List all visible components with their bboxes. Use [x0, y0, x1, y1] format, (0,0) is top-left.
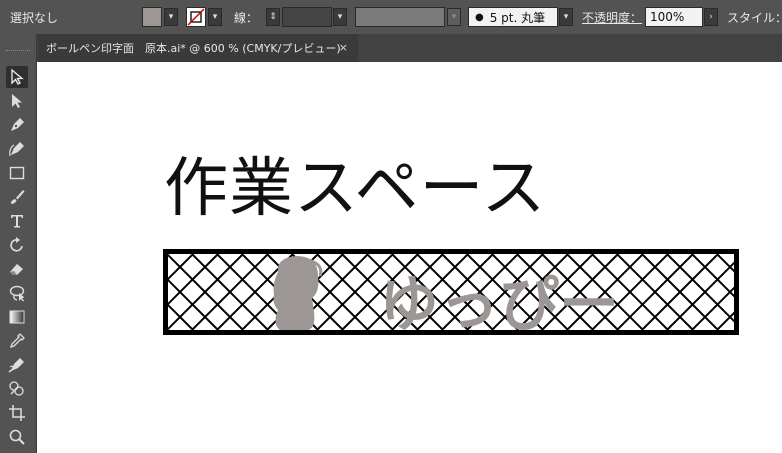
curvature-tool-icon[interactable]	[6, 138, 28, 160]
hatch-line	[168, 254, 219, 306]
rectangle-tool-icon[interactable]	[6, 162, 28, 184]
blend-tool-icon[interactable]	[6, 354, 28, 376]
gradient-tool-icon[interactable]	[6, 306, 28, 328]
hatch-line	[168, 278, 219, 330]
brush-definition[interactable]: ● 5 pt. 丸筆	[468, 7, 558, 27]
opacity-expand-icon[interactable]: ›	[704, 8, 718, 26]
toolbox-grip[interactable]	[6, 50, 30, 54]
brush-label: 5 pt. 丸筆	[489, 10, 546, 25]
selection-tool-icon[interactable]	[6, 66, 28, 88]
character-illustration[interactable]	[268, 254, 328, 330]
eraser-tool-icon[interactable]	[6, 258, 28, 280]
artboard-tool-icon[interactable]	[6, 402, 28, 424]
opacity-input[interactable]: 100%	[645, 7, 703, 27]
fill-swatch[interactable]	[142, 7, 162, 27]
style-label[interactable]: スタイル：	[727, 9, 782, 26]
artwork-heading-text[interactable]: 作業スペース	[164, 157, 546, 221]
rotate-tool-icon[interactable]	[6, 234, 28, 256]
selection-status: 選択なし	[10, 11, 59, 25]
stroke-label: 線：	[234, 11, 259, 25]
brush-dropdown-icon[interactable]: ▾	[559, 8, 573, 26]
tools-panel	[0, 34, 37, 453]
profile-dropdown-icon[interactable]: ▾	[447, 8, 461, 26]
stroke-swatch[interactable]	[186, 7, 206, 27]
fill-dropdown-icon[interactable]: ▾	[164, 8, 178, 26]
direct-selection-tool-icon[interactable]	[6, 90, 28, 112]
zoom-tool-icon[interactable]	[6, 426, 28, 448]
lasso-tool-icon[interactable]	[6, 282, 28, 304]
pen-tool-icon[interactable]	[6, 114, 28, 136]
stamp-text[interactable]: ゆっぴー	[379, 275, 619, 335]
document-tab-bar: ▸▸ ボールペン印字面 原本.ai* @ 600 % (CMYK/プレビュー) …	[0, 34, 782, 62]
stroke-dropdown-icon[interactable]: ▾	[208, 8, 222, 26]
opacity-label[interactable]: 不透明度：	[582, 9, 642, 26]
variable-width-profile[interactable]	[355, 7, 445, 27]
shape-builder-tool-icon[interactable]	[6, 378, 28, 400]
stroke-weight-input[interactable]	[282, 7, 332, 27]
stroke-weight-stepper[interactable]: ⇕	[266, 8, 280, 26]
document-tab[interactable]: ボールペン印字面 原本.ai* @ 600 % (CMYK/プレビュー) ×	[38, 34, 358, 62]
none-stroke-icon	[187, 8, 205, 26]
close-tab-icon[interactable]: ×	[339, 41, 348, 54]
control-bar: 選択なし ▾ ▾ 線： ⇕ ▾ ▾ ● 5 pt. 丸筆 ▾ 不透明度： 100…	[0, 0, 782, 35]
brush-dot-icon: ●	[475, 11, 484, 23]
artboard-canvas[interactable]: 作業スペース ゆっぴー	[37, 62, 782, 453]
eyedropper-tool-icon[interactable]	[6, 330, 28, 352]
stroke-weight-dropdown-icon[interactable]: ▾	[333, 8, 347, 26]
paintbrush-tool-icon[interactable]	[6, 186, 28, 208]
type-tool-icon[interactable]	[6, 210, 28, 232]
opacity-value: 100%	[650, 10, 685, 24]
document-tab-title: ボールペン印字面 原本.ai* @ 600 % (CMYK/プレビュー)	[46, 42, 341, 55]
